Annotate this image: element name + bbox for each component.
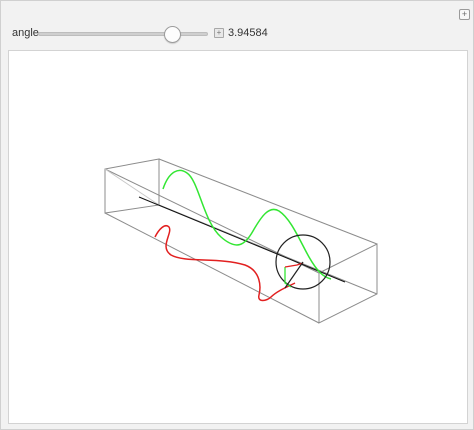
box-edge-top-right (158, 158, 378, 245)
angle-slider-track[interactable] (38, 32, 208, 36)
plot-panel (8, 50, 468, 424)
red-wave (154, 225, 296, 302)
box-front-face (318, 243, 378, 324)
box-edge-inner (104, 168, 160, 206)
propagation-axis (138, 196, 346, 283)
manipulate-frame: + angle + 3.94584 (0, 0, 474, 430)
box-edges (104, 158, 378, 324)
angle-label: angle (12, 27, 39, 39)
box-back-face (104, 158, 160, 214)
angle-value-readout: 3.94584 (228, 27, 268, 39)
slider-options-plus-icon[interactable]: + (214, 28, 224, 38)
expand-plus-icon[interactable]: + (459, 9, 470, 20)
green-wave (162, 169, 332, 280)
wave-3d-graphic (104, 158, 378, 324)
box-edge-bottom-left (104, 212, 320, 324)
angle-slider-thumb[interactable] (164, 26, 181, 43)
angle-control-row: angle + 3.94584 (1, 23, 474, 43)
